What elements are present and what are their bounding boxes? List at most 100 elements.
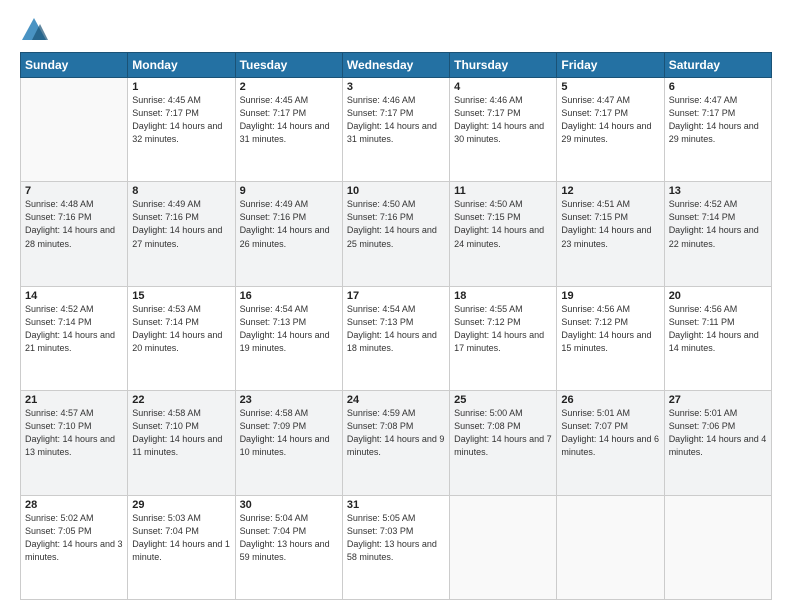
calendar-cell: 1Sunrise: 4:45 AMSunset: 7:17 PMDaylight…	[128, 78, 235, 182]
day-info: Sunrise: 4:54 AMSunset: 7:13 PMDaylight:…	[347, 303, 445, 355]
day-info: Sunrise: 4:45 AMSunset: 7:17 PMDaylight:…	[132, 94, 230, 146]
day-info: Sunrise: 4:46 AMSunset: 7:17 PMDaylight:…	[454, 94, 552, 146]
calendar-table: SundayMondayTuesdayWednesdayThursdayFrid…	[20, 52, 772, 600]
calendar-cell: 13Sunrise: 4:52 AMSunset: 7:14 PMDayligh…	[664, 182, 771, 286]
calendar-cell: 24Sunrise: 4:59 AMSunset: 7:08 PMDayligh…	[342, 391, 449, 495]
week-row-5: 28Sunrise: 5:02 AMSunset: 7:05 PMDayligh…	[21, 495, 772, 599]
day-info: Sunrise: 5:01 AMSunset: 7:07 PMDaylight:…	[561, 407, 659, 459]
week-row-3: 14Sunrise: 4:52 AMSunset: 7:14 PMDayligh…	[21, 286, 772, 390]
calendar-cell: 28Sunrise: 5:02 AMSunset: 7:05 PMDayligh…	[21, 495, 128, 599]
weekday-header-tuesday: Tuesday	[235, 53, 342, 78]
weekday-header-saturday: Saturday	[664, 53, 771, 78]
day-info: Sunrise: 4:49 AMSunset: 7:16 PMDaylight:…	[240, 198, 338, 250]
calendar-cell: 15Sunrise: 4:53 AMSunset: 7:14 PMDayligh…	[128, 286, 235, 390]
calendar-cell: 21Sunrise: 4:57 AMSunset: 7:10 PMDayligh…	[21, 391, 128, 495]
calendar-cell: 5Sunrise: 4:47 AMSunset: 7:17 PMDaylight…	[557, 78, 664, 182]
day-info: Sunrise: 4:45 AMSunset: 7:17 PMDaylight:…	[240, 94, 338, 146]
day-info: Sunrise: 4:57 AMSunset: 7:10 PMDaylight:…	[25, 407, 123, 459]
day-info: Sunrise: 5:01 AMSunset: 7:06 PMDaylight:…	[669, 407, 767, 459]
day-number: 23	[240, 394, 338, 406]
calendar-cell: 9Sunrise: 4:49 AMSunset: 7:16 PMDaylight…	[235, 182, 342, 286]
calendar-page: SundayMondayTuesdayWednesdayThursdayFrid…	[0, 0, 792, 612]
day-info: Sunrise: 4:54 AMSunset: 7:13 PMDaylight:…	[240, 303, 338, 355]
calendar-cell: 17Sunrise: 4:54 AMSunset: 7:13 PMDayligh…	[342, 286, 449, 390]
day-number: 31	[347, 499, 445, 511]
logo	[20, 16, 50, 44]
day-number: 9	[240, 185, 338, 197]
day-info: Sunrise: 4:46 AMSunset: 7:17 PMDaylight:…	[347, 94, 445, 146]
day-number: 24	[347, 394, 445, 406]
day-info: Sunrise: 4:50 AMSunset: 7:15 PMDaylight:…	[454, 198, 552, 250]
header	[20, 16, 772, 44]
calendar-cell: 18Sunrise: 4:55 AMSunset: 7:12 PMDayligh…	[450, 286, 557, 390]
calendar-cell: 11Sunrise: 4:50 AMSunset: 7:15 PMDayligh…	[450, 182, 557, 286]
day-info: Sunrise: 5:02 AMSunset: 7:05 PMDaylight:…	[25, 512, 123, 564]
weekday-header-monday: Monday	[128, 53, 235, 78]
day-info: Sunrise: 4:47 AMSunset: 7:17 PMDaylight:…	[669, 94, 767, 146]
calendar-cell: 25Sunrise: 5:00 AMSunset: 7:08 PMDayligh…	[450, 391, 557, 495]
calendar-cell: 27Sunrise: 5:01 AMSunset: 7:06 PMDayligh…	[664, 391, 771, 495]
weekday-header-friday: Friday	[557, 53, 664, 78]
calendar-cell	[450, 495, 557, 599]
calendar-cell: 2Sunrise: 4:45 AMSunset: 7:17 PMDaylight…	[235, 78, 342, 182]
calendar-cell: 4Sunrise: 4:46 AMSunset: 7:17 PMDaylight…	[450, 78, 557, 182]
day-number: 29	[132, 499, 230, 511]
day-info: Sunrise: 5:03 AMSunset: 7:04 PMDaylight:…	[132, 512, 230, 564]
day-number: 2	[240, 81, 338, 93]
day-number: 25	[454, 394, 552, 406]
day-number: 30	[240, 499, 338, 511]
day-info: Sunrise: 4:51 AMSunset: 7:15 PMDaylight:…	[561, 198, 659, 250]
day-number: 7	[25, 185, 123, 197]
day-number: 21	[25, 394, 123, 406]
calendar-cell: 22Sunrise: 4:58 AMSunset: 7:10 PMDayligh…	[128, 391, 235, 495]
calendar-cell: 7Sunrise: 4:48 AMSunset: 7:16 PMDaylight…	[21, 182, 128, 286]
day-number: 8	[132, 185, 230, 197]
day-info: Sunrise: 4:50 AMSunset: 7:16 PMDaylight:…	[347, 198, 445, 250]
calendar-cell: 6Sunrise: 4:47 AMSunset: 7:17 PMDaylight…	[664, 78, 771, 182]
day-number: 13	[669, 185, 767, 197]
day-number: 28	[25, 499, 123, 511]
day-info: Sunrise: 4:49 AMSunset: 7:16 PMDaylight:…	[132, 198, 230, 250]
calendar-cell: 16Sunrise: 4:54 AMSunset: 7:13 PMDayligh…	[235, 286, 342, 390]
day-info: Sunrise: 4:55 AMSunset: 7:12 PMDaylight:…	[454, 303, 552, 355]
calendar-cell: 26Sunrise: 5:01 AMSunset: 7:07 PMDayligh…	[557, 391, 664, 495]
day-info: Sunrise: 4:56 AMSunset: 7:12 PMDaylight:…	[561, 303, 659, 355]
calendar-cell: 8Sunrise: 4:49 AMSunset: 7:16 PMDaylight…	[128, 182, 235, 286]
calendar-cell	[557, 495, 664, 599]
day-number: 10	[347, 185, 445, 197]
calendar-cell: 31Sunrise: 5:05 AMSunset: 7:03 PMDayligh…	[342, 495, 449, 599]
logo-icon	[20, 16, 48, 44]
week-row-4: 21Sunrise: 4:57 AMSunset: 7:10 PMDayligh…	[21, 391, 772, 495]
day-info: Sunrise: 4:59 AMSunset: 7:08 PMDaylight:…	[347, 407, 445, 459]
day-info: Sunrise: 4:52 AMSunset: 7:14 PMDaylight:…	[669, 198, 767, 250]
day-number: 16	[240, 290, 338, 302]
day-number: 22	[132, 394, 230, 406]
day-number: 14	[25, 290, 123, 302]
day-info: Sunrise: 4:58 AMSunset: 7:10 PMDaylight:…	[132, 407, 230, 459]
day-number: 11	[454, 185, 552, 197]
day-number: 1	[132, 81, 230, 93]
calendar-cell: 14Sunrise: 4:52 AMSunset: 7:14 PMDayligh…	[21, 286, 128, 390]
weekday-header-wednesday: Wednesday	[342, 53, 449, 78]
day-info: Sunrise: 4:58 AMSunset: 7:09 PMDaylight:…	[240, 407, 338, 459]
day-info: Sunrise: 5:00 AMSunset: 7:08 PMDaylight:…	[454, 407, 552, 459]
day-number: 5	[561, 81, 659, 93]
calendar-cell: 19Sunrise: 4:56 AMSunset: 7:12 PMDayligh…	[557, 286, 664, 390]
weekday-header-thursday: Thursday	[450, 53, 557, 78]
day-number: 12	[561, 185, 659, 197]
day-info: Sunrise: 4:48 AMSunset: 7:16 PMDaylight:…	[25, 198, 123, 250]
calendar-cell: 30Sunrise: 5:04 AMSunset: 7:04 PMDayligh…	[235, 495, 342, 599]
day-info: Sunrise: 4:53 AMSunset: 7:14 PMDaylight:…	[132, 303, 230, 355]
calendar-cell: 3Sunrise: 4:46 AMSunset: 7:17 PMDaylight…	[342, 78, 449, 182]
day-info: Sunrise: 5:05 AMSunset: 7:03 PMDaylight:…	[347, 512, 445, 564]
day-number: 3	[347, 81, 445, 93]
day-info: Sunrise: 5:04 AMSunset: 7:04 PMDaylight:…	[240, 512, 338, 564]
calendar-cell: 20Sunrise: 4:56 AMSunset: 7:11 PMDayligh…	[664, 286, 771, 390]
calendar-cell: 10Sunrise: 4:50 AMSunset: 7:16 PMDayligh…	[342, 182, 449, 286]
day-number: 15	[132, 290, 230, 302]
day-number: 26	[561, 394, 659, 406]
day-info: Sunrise: 4:56 AMSunset: 7:11 PMDaylight:…	[669, 303, 767, 355]
calendar-cell	[664, 495, 771, 599]
weekday-header-row: SundayMondayTuesdayWednesdayThursdayFrid…	[21, 53, 772, 78]
day-number: 6	[669, 81, 767, 93]
